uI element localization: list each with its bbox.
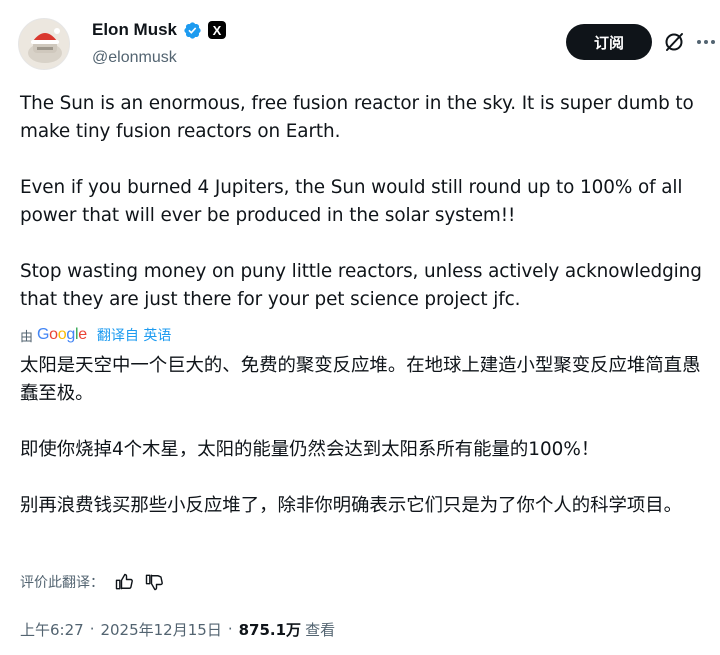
author-name[interactable]: Elon Musk — [92, 20, 177, 40]
name-row: Elon Musk X — [92, 20, 227, 40]
google-logo: Google — [37, 326, 87, 343]
views-label: 查看 — [305, 620, 336, 639]
x-affiliation-badge: X — [208, 21, 227, 39]
verified-badge-icon — [184, 21, 201, 39]
avatar-image — [19, 19, 69, 69]
translated-from-link[interactable]: 翻译自 英语 — [97, 325, 171, 345]
author-handle[interactable]: @elonmusk — [92, 49, 177, 67]
meta-separator: · — [227, 620, 233, 638]
thumbs-down-icon[interactable] — [144, 572, 164, 592]
tweet-paragraph: The Sun is an enormous, free fusion reac… — [20, 93, 694, 142]
translated-paragraph: 别再浪费钱买那些小反应堆了，除非你明确表示它们只是为了你个人的科学项目。 — [20, 495, 683, 516]
translated-paragraph: 即使你烧掉4个木星，太阳的能量仍然会达到太阳系所有能量的100%！ — [20, 439, 600, 460]
tweet-date[interactable]: 2025年12月15日 — [100, 619, 221, 640]
translated-by-label: 由 — [20, 329, 34, 345]
subscribe-button[interactable]: 订阅 — [566, 24, 652, 60]
thumbs-up-icon[interactable] — [114, 572, 134, 592]
tweet-time[interactable]: 上午6:27 — [20, 619, 84, 640]
tweet-paragraph: Stop wasting money on puny little reacto… — [20, 261, 702, 310]
translated-body: 太阳是天空中一个巨大的、免费的聚变反应堆。在地球上建造小型聚变反应堆简直愚蠢至极… — [20, 352, 704, 520]
tweet-meta: 上午6:27 · 2025年12月15日 · 875.1万 查看 — [20, 618, 335, 640]
translated-paragraph: 太阳是天空中一个巨大的、免费的聚变反应堆。在地球上建造小型聚变反应堆简直愚蠢至极… — [20, 355, 701, 404]
tweet-paragraph: Even if you burned 4 Jupiters, the Sun w… — [20, 177, 683, 226]
views-count: 875.1万 — [238, 620, 302, 639]
rate-translation-row: 评价此翻译： — [20, 570, 164, 594]
rate-translation-label: 评价此翻译： — [20, 575, 104, 591]
grok-slash-circle-icon[interactable] — [662, 30, 686, 54]
more-dots-icon[interactable] — [694, 30, 718, 54]
tweet-header: Elon Musk X @elonmusk 订阅 — [18, 18, 715, 78]
translation-source-row: 由 Google 翻译自 英语 — [20, 324, 171, 346]
avatar[interactable] — [18, 18, 70, 70]
tweet-body: The Sun is an enormous, free fusion reac… — [20, 90, 704, 314]
meta-separator: · — [89, 620, 95, 638]
